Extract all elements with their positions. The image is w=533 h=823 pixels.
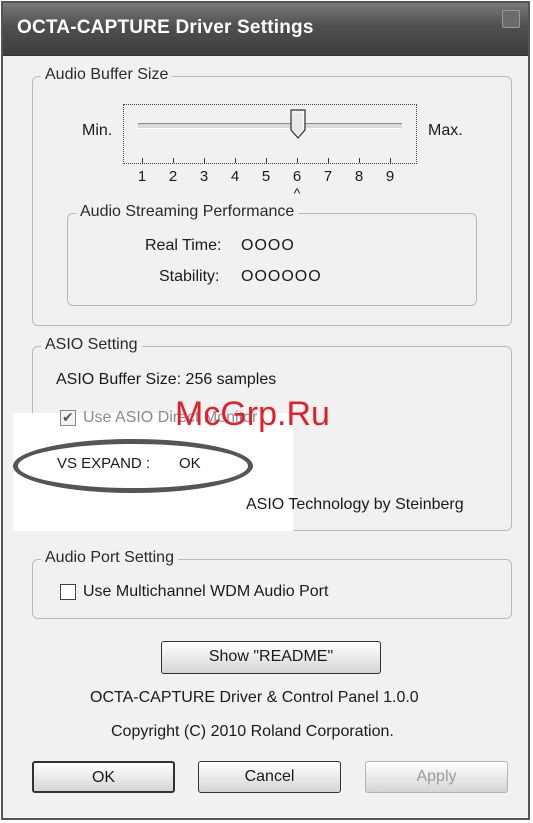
slider-tick-mark (266, 158, 267, 163)
watermark-text: McGrp.Ru (175, 395, 330, 433)
slider-tick-label: 2 (168, 168, 178, 185)
slider-tick-mark (173, 158, 174, 163)
slider-tick-mark (390, 158, 391, 163)
cancel-button[interactable]: Cancel (198, 761, 341, 793)
slider-tick-label: 4 (230, 168, 240, 185)
slider-tick-label: 6 (292, 168, 302, 185)
audio-buffer-legend: Audio Buffer Size (41, 66, 173, 84)
slider-tick-label: 5 (261, 168, 271, 185)
version-text: OCTA-CAPTURE Driver & Control Panel 1.0.… (90, 689, 419, 706)
slider-tick-mark (328, 158, 329, 163)
close-icon[interactable] (502, 10, 520, 28)
apply-button[interactable]: Apply (365, 761, 508, 793)
asio-buffer-size: ASIO Buffer Size: 256 samples (56, 371, 277, 388)
asio-tech-credit: ASIO Technology by Steinberg (246, 496, 464, 513)
slider-max-label: Max. (428, 122, 463, 139)
slider-tick-label: 8 (354, 168, 364, 185)
slider-track (138, 123, 402, 129)
realtime-value: OOOO (241, 237, 295, 254)
slider-tick-label: 7 (323, 168, 333, 185)
stability-value: OOOOOO (241, 268, 322, 285)
window-title: OCTA-CAPTURE Driver Settings (17, 17, 314, 38)
slider-tick-mark (204, 158, 205, 163)
slider-tick-label: 3 (199, 168, 209, 185)
vs-expand-highlight-oval (13, 439, 253, 493)
wdm-audio-port-label: Use Multichannel WDM Audio Port (83, 583, 329, 600)
asio-setting-legend: ASIO Setting (41, 336, 142, 354)
slider-tick-mark (359, 158, 360, 163)
streaming-performance-group: Audio Streaming Performance (67, 203, 477, 306)
slider-tick-mark (142, 158, 143, 163)
driver-settings-window: OCTA-CAPTURE Driver Settings Audio Buffe… (1, 1, 530, 820)
selected-tick-caret: ^ (293, 185, 301, 201)
streaming-performance-legend: Audio Streaming Performance (76, 203, 299, 221)
slider-tick-mark (297, 158, 298, 163)
title-bar[interactable]: OCTA-CAPTURE Driver Settings (3, 3, 528, 56)
copyright-text: Copyright (C) 2010 Roland Corporation. (111, 723, 394, 740)
stability-label: Stability: (159, 268, 220, 285)
slider-tick-labels: 1 2 3 4 5 6 7 8 9 ^ (3, 158, 528, 208)
ok-button[interactable]: OK (32, 761, 175, 793)
realtime-label: Real Time: (145, 237, 222, 254)
slider-tick-label: 9 (385, 168, 395, 185)
slider-tick-label: 1 (137, 168, 147, 185)
buffer-size-slider[interactable] (123, 104, 417, 164)
audio-port-legend: Audio Port Setting (41, 549, 178, 567)
slider-thumb-icon (290, 109, 306, 139)
check-icon: ✔ (62, 409, 74, 425)
wdm-audio-port-checkbox[interactable] (60, 584, 76, 600)
slider-thumb[interactable] (290, 109, 306, 139)
slider-min-label: Min. (82, 122, 113, 139)
slider-tick-mark (235, 158, 236, 163)
asio-direct-monitor-checkbox[interactable]: ✔ (60, 409, 76, 426)
show-readme-button[interactable]: Show "README" (161, 641, 381, 674)
